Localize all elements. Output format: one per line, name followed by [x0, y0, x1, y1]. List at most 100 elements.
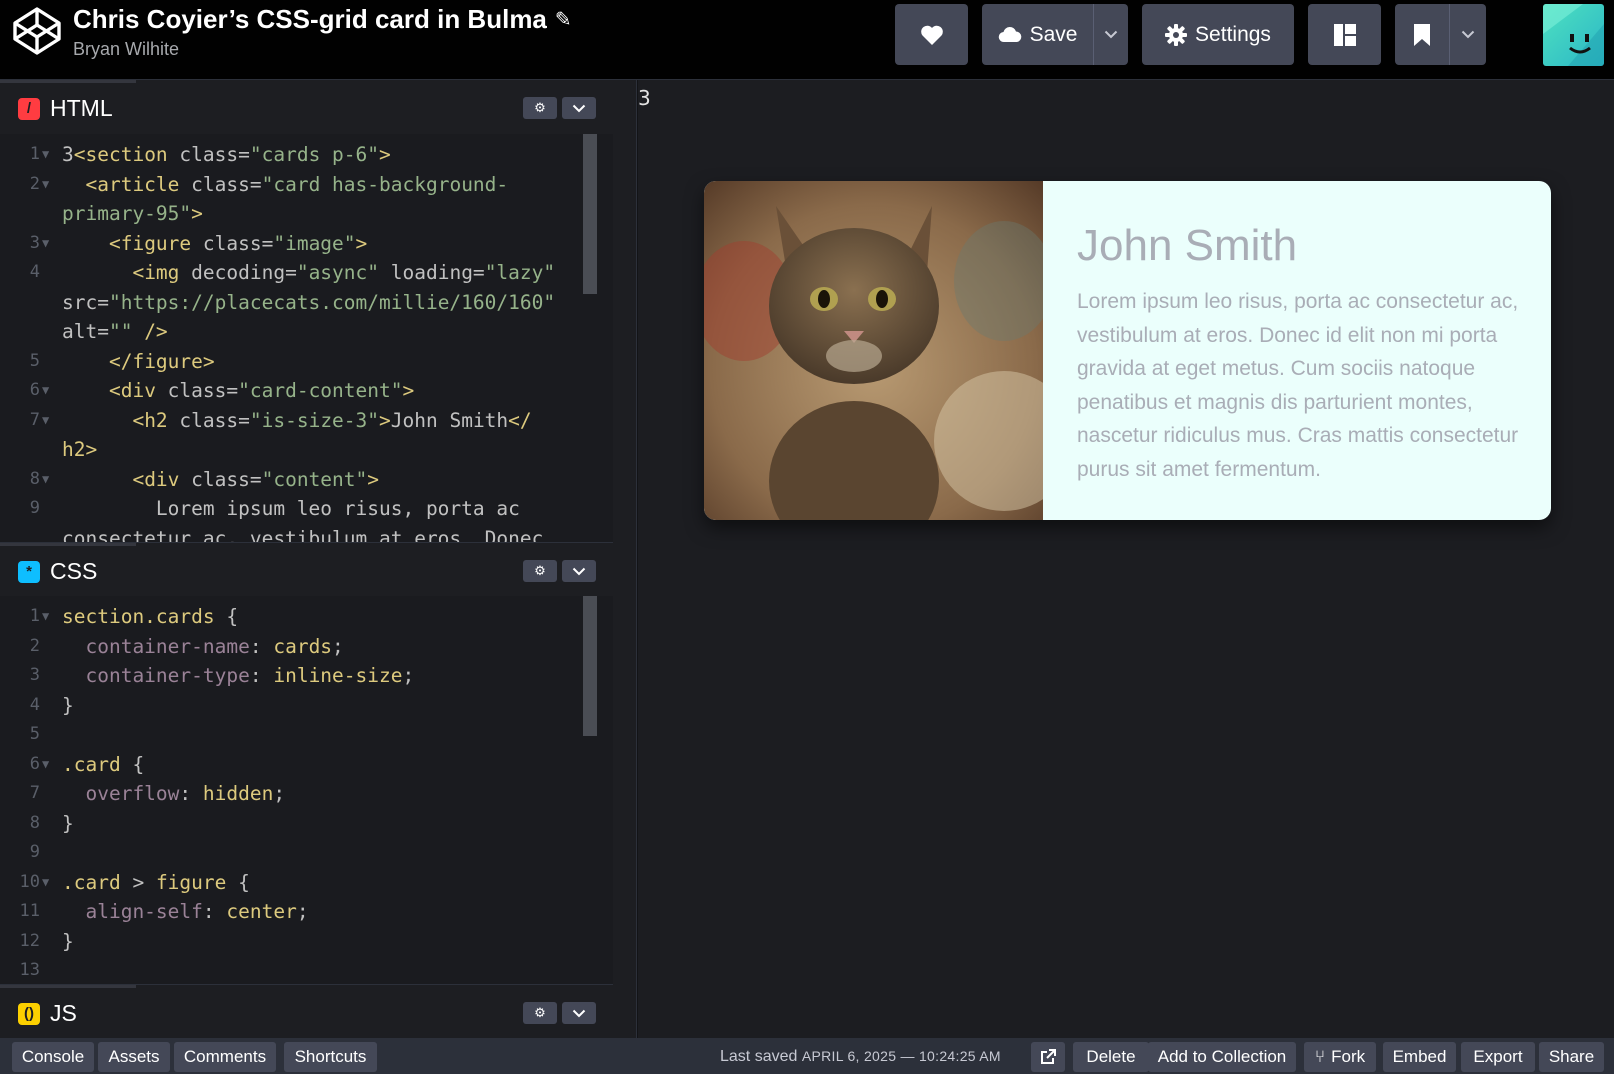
- code-line[interactable]: alt="" />: [0, 317, 613, 347]
- code-line[interactable]: h2>: [0, 435, 613, 465]
- line-number: 12: [19, 930, 40, 951]
- code-line[interactable]: 2 container-name: cards;: [0, 632, 613, 662]
- bookmark-options-button[interactable]: [1449, 4, 1486, 65]
- code-line[interactable]: 7 overflow: hidden;: [0, 779, 613, 809]
- share-button[interactable]: Share: [1539, 1042, 1604, 1072]
- html-settings-button[interactable]: ⚙: [523, 97, 557, 119]
- code-token: "content": [261, 467, 368, 491]
- fold-arrow-icon[interactable]: ▼: [42, 376, 49, 406]
- js-tab[interactable]: () JS: [0, 985, 136, 1039]
- code-token: container-type: [85, 664, 250, 687]
- code-line[interactable]: consectetur ac, vestibulum at eros. Done…: [0, 524, 613, 543]
- code-line[interactable]: 6 ▼ .card {: [0, 750, 613, 780]
- code-token: Lorem ipsum leo risus, porta ac: [62, 497, 520, 520]
- js-editor-header: () JS ⚙: [0, 984, 613, 1039]
- js-settings-button[interactable]: ⚙: [523, 1002, 557, 1024]
- code-line[interactable]: 3 ▼ <figure class="image">: [0, 229, 613, 259]
- html-code-area[interactable]: 1 ▼ 3<section class="cards p-6"> 2 ▼ <articl…: [0, 134, 613, 542]
- code-token: <section: [73, 143, 180, 166]
- codepen-logo-icon[interactable]: [12, 6, 62, 56]
- code-line[interactable]: 9: [0, 838, 613, 868]
- js-collapse-button[interactable]: [562, 1002, 596, 1024]
- fold-arrow-icon[interactable]: ▼: [42, 229, 49, 259]
- settings-button[interactable]: Settings: [1142, 4, 1294, 65]
- css-tab-label: CSS: [50, 558, 98, 584]
- fold-arrow-icon[interactable]: ▼: [42, 140, 49, 170]
- code-line[interactable]: 8}: [0, 809, 613, 839]
- code-token: >: [191, 202, 203, 225]
- fold-arrow-icon[interactable]: ▼: [42, 170, 49, 200]
- html-collapse-button[interactable]: [562, 97, 596, 119]
- comments-button[interactable]: Comments: [174, 1042, 276, 1072]
- code-line[interactable]: 4 <img decoding="async" loading="lazy": [0, 258, 613, 288]
- css-tab[interactable]: * CSS: [0, 543, 136, 597]
- code-line[interactable]: 13: [0, 956, 613, 984]
- code-token: :: [202, 900, 227, 923]
- chevron-down-icon: [572, 567, 586, 575]
- profile-card: John Smith Lorem ipsum leo risus, porta …: [704, 181, 1551, 520]
- love-button[interactable]: [895, 4, 968, 65]
- code-line[interactable]: 1 ▼ 3<section class="cards p-6">: [0, 140, 613, 170]
- pen-author[interactable]: Bryan Wilhite: [73, 39, 572, 60]
- code-token: John Smith: [390, 408, 509, 432]
- pane-resizer[interactable]: [613, 80, 637, 1038]
- add-to-collection-button[interactable]: Add to Collection: [1148, 1042, 1296, 1072]
- chevron-down-icon: [572, 104, 586, 112]
- bookmark-button[interactable]: [1395, 4, 1449, 65]
- code-token: cards: [273, 634, 333, 658]
- code-line[interactable]: 5 </figure>: [0, 347, 613, 377]
- code-line[interactable]: src="https://placecats.com/millie/160/16…: [0, 288, 613, 318]
- code-line[interactable]: 4}: [0, 691, 613, 721]
- code-line[interactable]: 10 ▼ .card > figure {: [0, 868, 613, 898]
- user-avatar[interactable]: [1543, 4, 1604, 66]
- fold-arrow-icon[interactable]: ▼: [42, 465, 49, 495]
- fold-arrow-icon[interactable]: ▼: [42, 602, 49, 632]
- delete-button[interactable]: Delete: [1073, 1042, 1149, 1072]
- code-text: }: [62, 927, 74, 957]
- preview-text-node: 3: [638, 86, 651, 110]
- code-line[interactable]: 3 container-type: inline-size;: [0, 661, 613, 691]
- code-line[interactable]: primary-95">: [0, 199, 613, 229]
- html-tab[interactable]: / HTML: [0, 80, 136, 134]
- code-line[interactable]: 9 Lorem ipsum leo risus, porta ac: [0, 494, 613, 524]
- embed-button[interactable]: Embed: [1383, 1042, 1456, 1072]
- open-in-new-window-button[interactable]: [1031, 1042, 1065, 1072]
- code-token: {: [120, 752, 145, 776]
- code-line[interactable]: 2 ▼ <article class="card has-background-: [0, 170, 613, 200]
- css-settings-button[interactable]: ⚙: [523, 560, 557, 582]
- fold-arrow-icon[interactable]: ▼: [42, 750, 49, 780]
- shortcuts-button[interactable]: Shortcuts: [284, 1042, 377, 1072]
- css-code-area[interactable]: 1 ▼ section.cards {2 container-name: cards…: [0, 596, 613, 984]
- pen-title-text: Chris Coyier’s CSS-grid card in Bulma: [73, 4, 547, 34]
- code-line[interactable]: 8 ▼ <div class="content">: [0, 465, 613, 495]
- result-preview: 3 John Smith Lorem ipsum leo risus, port…: [638, 80, 1614, 1038]
- fold-arrow-icon[interactable]: ▼: [42, 868, 49, 898]
- save-button[interactable]: Save: [982, 4, 1093, 65]
- line-number: 13: [19, 960, 40, 980]
- code-line[interactable]: 7 ▼ <h2 class="is-size-3">John Smith</: [0, 406, 613, 436]
- css-collapse-button[interactable]: [562, 560, 596, 582]
- pencil-edit-icon[interactable]: ✎: [555, 7, 572, 32]
- code-line[interactable]: 5: [0, 720, 613, 750]
- code-line[interactable]: 12}: [0, 927, 613, 957]
- code-line[interactable]: 1 ▼ section.cards {: [0, 602, 613, 632]
- fold-arrow-icon[interactable]: ▼: [42, 406, 49, 436]
- export-button[interactable]: Export: [1461, 1042, 1535, 1072]
- bottom-bar: Console Assets Comments Shortcuts Last s…: [0, 1038, 1614, 1074]
- code-token: >: [379, 143, 391, 166]
- code-line[interactable]: 11 align-self: center;: [0, 897, 613, 927]
- fork-button[interactable]: ⑂ Fork: [1304, 1042, 1376, 1072]
- layout-button[interactable]: [1308, 4, 1381, 65]
- cat-photo: [704, 181, 1043, 520]
- console-button[interactable]: Console: [12, 1042, 94, 1072]
- pen-title[interactable]: Chris Coyier’s CSS-grid card in Bulma ✎: [73, 4, 572, 35]
- code-token: >: [355, 231, 368, 255]
- code-line[interactable]: 6 ▼ <div class="card-content">: [0, 376, 613, 406]
- assets-button[interactable]: Assets: [98, 1042, 170, 1072]
- code-token: "image": [273, 231, 356, 255]
- save-options-button[interactable]: [1093, 4, 1128, 65]
